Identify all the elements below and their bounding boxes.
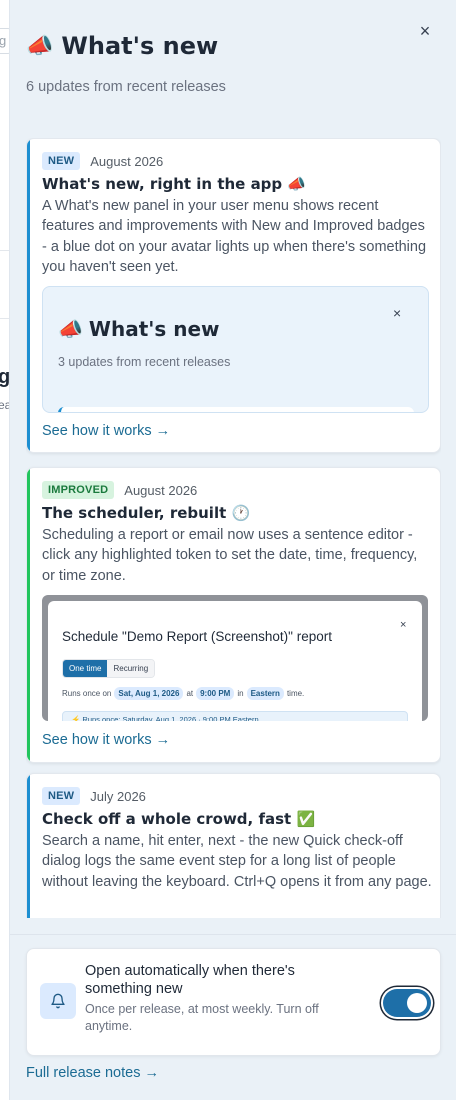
preview-sentence: Runs once on Sat, Aug 1, 2026 at 9:00 PM… <box>62 687 305 700</box>
preview-title: 📣 What's new <box>58 317 220 341</box>
auto-open-toggle[interactable] <box>383 989 431 1017</box>
see-how-it-works-link[interactable]: See how it works → <box>42 732 170 748</box>
arrow-right-icon: → <box>155 732 171 748</box>
preview-dialog: Schedule "Demo Report (Screenshot)" repo… <box>48 601 422 721</box>
arrow-right-icon: → <box>144 1065 159 1081</box>
megaphone-icon: 📣 <box>287 175 307 193</box>
full-release-notes-link[interactable]: Full release notes → <box>26 1065 159 1081</box>
update-description: Scheduling a report or email now uses a … <box>42 527 418 584</box>
updates-feed[interactable]: NEW August 2026 What's new, right in the… <box>26 138 441 918</box>
update-title: What's new, right in the app 📣 <box>42 175 307 193</box>
preview-image: Schedule "Demo Report (Screenshot)" repo… <box>42 595 428 721</box>
footer-divider <box>10 934 456 935</box>
see-how-it-works-link[interactable]: See how it works → <box>42 423 170 439</box>
preview-subtitle: 3 updates from recent releases <box>58 355 231 369</box>
auto-open-description: Once per release, at most weekly. Turn o… <box>85 1002 319 1033</box>
toggle-knob <box>407 993 427 1013</box>
arrow-right-icon: → <box>155 423 171 439</box>
card-accent <box>27 774 30 918</box>
preview-close-icon: × <box>393 305 402 321</box>
update-description: A What's new panel in your user menu sho… <box>42 198 427 275</box>
close-button[interactable]: × <box>414 20 436 42</box>
auto-open-setting: Open automatically when there's somethin… <box>26 948 441 1056</box>
update-date: August 2026 <box>124 482 198 498</box>
auto-open-title: Open automatically when there's somethin… <box>85 963 295 997</box>
update-description: Search a name, hit enter, next - the new… <box>42 833 432 890</box>
update-card: IMPROVED August 2026 The scheduler, rebu… <box>26 467 441 763</box>
update-date: July 2026 <box>90 788 146 804</box>
check-icon: ✅ <box>296 810 316 828</box>
preview-runs-summary: ⚡ Runs once: Saturday, Aug 1, 2026 · 9:0… <box>62 711 408 721</box>
new-badge: NEW <box>42 787 81 805</box>
panel-title: 📣 What's new <box>26 32 219 60</box>
preview-segmented-control: One time Recurring <box>62 659 156 678</box>
improved-badge: IMPROVED <box>42 481 115 499</box>
update-card: NEW August 2026 What's new, right in the… <box>26 138 441 453</box>
new-badge: NEW <box>42 152 81 170</box>
bell-icon <box>40 983 76 1019</box>
update-title: The scheduler, rebuilt 🕐 <box>42 504 251 522</box>
card-accent <box>27 139 30 452</box>
panel-subtitle: 6 updates from recent releases <box>26 79 226 95</box>
preview-image: 📣 What's new × 3 updates from recent rel… <box>42 286 429 413</box>
megaphone-icon: 📣 <box>26 33 54 59</box>
update-title: Check off a whole crowd, fast ✅ <box>42 810 316 828</box>
update-date: August 2026 <box>90 153 164 169</box>
preview-close-icon: × <box>400 619 407 631</box>
clock-icon: 🕐 <box>231 504 251 522</box>
preview-dialog-title: Schedule "Demo Report (Screenshot)" repo… <box>62 629 332 644</box>
whats-new-panel: × 📣 What's new 6 updates from recent rel… <box>9 0 456 1100</box>
card-accent <box>27 468 30 762</box>
megaphone-icon: 📣 <box>58 317 83 341</box>
update-card: NEW July 2026 Check off a whole crowd, f… <box>26 773 441 918</box>
preview-card <box>58 407 414 412</box>
